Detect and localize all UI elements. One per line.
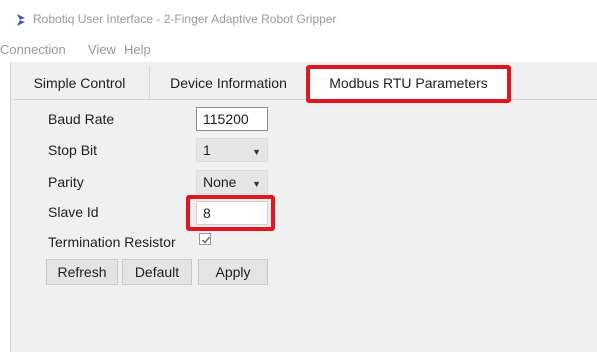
parity-value: None [203,174,237,190]
tab-device-information[interactable]: Device Information [150,66,308,100]
title-bar: Robotiq User Interface - 2-Finger Adapti… [0,0,597,36]
baud-rate-input[interactable]: 115200 [196,107,268,131]
slave-id-input[interactable]: 8 [196,201,268,225]
menu-connection[interactable]: Connection [0,42,66,57]
chevron-down-icon: ▼ [252,147,261,157]
apply-button[interactable]: Apply [198,259,268,285]
tab-strip: Simple Control Device Information Modbus… [10,66,597,100]
stop-bit-value: 1 [203,142,211,158]
chevron-down-icon: ▼ [252,179,261,189]
stop-bit-select[interactable]: 1 ▼ [196,138,268,162]
default-button[interactable]: Default [122,259,192,285]
menu-help[interactable]: Help [124,42,151,57]
tab-simple-control[interactable]: Simple Control [10,66,150,100]
tab-label: Modbus RTU Parameters [329,75,488,91]
parity-select[interactable]: None ▼ [196,170,268,194]
tab-label: Simple Control [33,75,126,91]
menu-bar: Connection View Help [0,36,597,62]
termination-resistor-checkbox[interactable] [199,233,211,245]
baud-rate-label: Baud Rate [48,111,115,127]
slave-id-label: Slave Id [48,204,99,220]
checkmark-icon [202,236,211,244]
robotiq-logo-icon [17,14,25,26]
refresh-button[interactable]: Refresh [46,259,118,285]
tab-divider [10,99,597,100]
tab-modbus-rtu-parameters[interactable]: Modbus RTU Parameters [308,66,510,100]
termination-resistor-label: Termination Resistor [48,234,176,250]
menu-view[interactable]: View [88,42,116,57]
tab-label: Device Information [170,75,287,91]
stop-bit-label: Stop Bit [48,142,98,158]
parity-label: Parity [48,174,84,190]
window-title: Robotiq User Interface - 2-Finger Adapti… [33,12,337,26]
